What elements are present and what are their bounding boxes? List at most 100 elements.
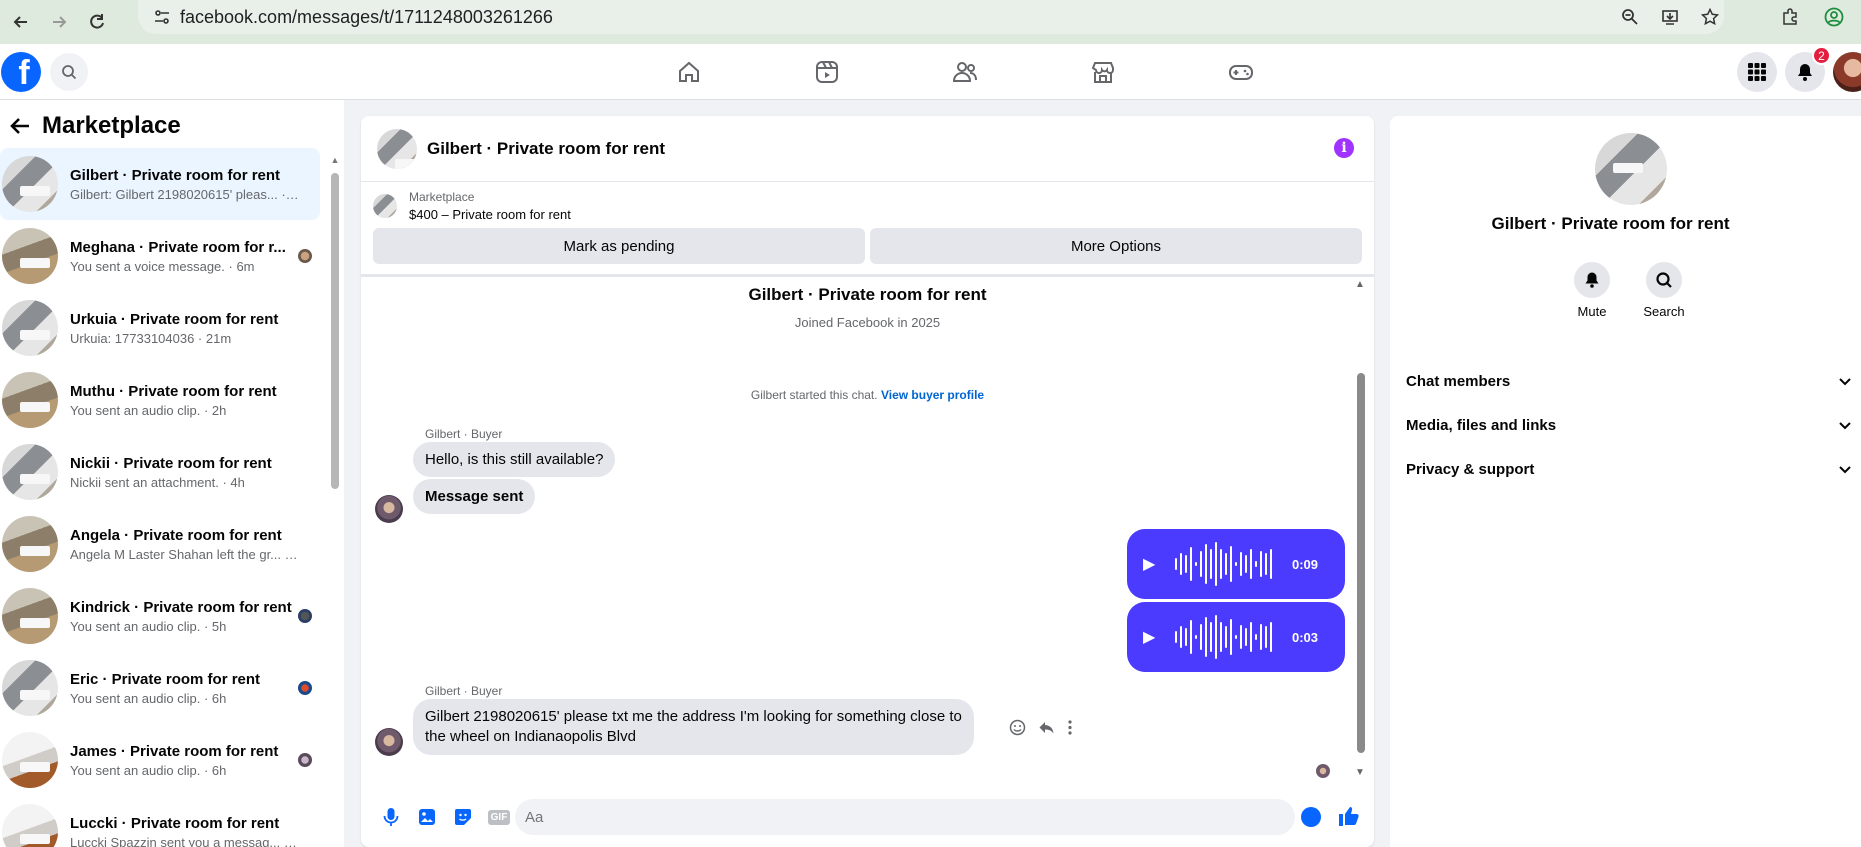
address-bar[interactable]: facebook.com/messages/t/1711248003261266 [138,0,1724,34]
message-input[interactable] [515,799,1295,835]
chat-members-section[interactable]: Chat members [1406,359,1851,403]
sender-avatar[interactable] [375,495,403,523]
reels-icon[interactable] [758,44,896,100]
conversation-item[interactable]: Kindrick · Private room for rent You sen… [0,580,320,652]
mute-bell-icon[interactable] [1574,262,1610,298]
conversation-item[interactable]: James · Private room for rent You sent a… [0,724,320,796]
details-name: Gilbert · Private room for rent [1491,214,1730,233]
voice-message[interactable]: ▶ 0:03 [1127,602,1345,672]
conversation-preview: You sent a voice message. · 6m [70,258,255,274]
listing-price-title[interactable]: $400 – Private room for rent [409,207,571,222]
listing-thumbnail[interactable] [373,194,397,218]
conversation-item[interactable]: Eric · Private room for rent You sent an… [0,652,320,724]
account-avatar[interactable] [1833,52,1861,92]
install-app-icon[interactable] [1657,4,1683,30]
section-label: Privacy & support [1406,460,1535,478]
gaming-icon[interactable] [1172,44,1310,100]
play-icon[interactable]: ▶ [1143,627,1165,647]
facebook-logo[interactable]: f [1,52,41,92]
mark-as-pending-button[interactable]: Mark as pending [373,228,865,264]
conversation-title: Luccki · Private room for rent [70,814,280,832]
message-bubble[interactable]: Message sent [413,479,536,514]
more-actions-icon[interactable] [1067,719,1073,741]
conversation-item[interactable]: Muthu · Private room for rent You sent a… [0,364,320,436]
conversation-title: Kindrick · Private room for rent [70,598,292,616]
conversation-preview: Gilbert: Gilbert 2198020615' pleas... · … [70,186,300,202]
marketplace-icon[interactable] [1034,44,1172,100]
chat-title[interactable]: Gilbert · Private room for rent [427,139,665,159]
scroll-down-arrow-icon[interactable]: ▼ [1355,767,1365,778]
listing-thumbnail [2,732,58,788]
search-icon[interactable] [1646,262,1682,298]
thread-scrollbar[interactable]: ▲ ▼ [1355,277,1366,797]
chat-started-text: Gilbert started this chat. [750,388,878,402]
sidebar-scrollbar[interactable]: ▲ [330,155,340,847]
section-label: Media, files and links [1406,416,1557,434]
more-options-button[interactable]: More Options [870,228,1362,264]
conversation-item[interactable]: Gilbert · Private room for rent Gilbert:… [0,148,320,220]
reload-icon[interactable] [80,5,114,39]
back-arrow-icon[interactable] [6,112,34,140]
scroll-up-arrow-icon[interactable]: ▲ [1355,279,1365,290]
scrollbar-thumb[interactable] [331,173,339,489]
sticker-icon[interactable] [445,808,481,826]
search-label: Search [1643,304,1685,319]
conversation-preview: Luccki Spazzin sent you a messag... · 21… [70,834,300,847]
conversation-item[interactable]: Luccki · Private room for rent Luccki Sp… [0,796,320,847]
media-files-links-section[interactable]: Media, files and links [1406,403,1851,447]
conversation-item[interactable]: Nickii · Private room for rent Nickii se… [0,436,320,508]
photo-icon[interactable] [409,808,445,826]
conversation-preview: Nickii sent an attachment. · 4h [70,474,245,490]
conversation-preview: You sent an audio clip. · 2h [70,402,227,418]
notification-count-badge: 2 [1812,46,1831,65]
home-icon[interactable] [620,44,758,100]
chat-avatar[interactable] [377,128,417,169]
thumbs-up-icon[interactable] [1337,805,1359,832]
conversation-item[interactable]: Meghana · Private room for r... You sent… [0,220,320,292]
info-icon[interactable]: i [1334,138,1354,158]
microphone-icon[interactable] [373,807,409,827]
conversation-preview: Urkuia: 17733104036 · 21m [70,330,232,346]
site-settings-icon[interactable] [144,8,180,26]
message-line: the wheel on Indianaopolis Blvd [425,728,636,745]
emoji-icon[interactable] [1301,807,1321,827]
react-emoji-icon[interactable] [1009,719,1026,741]
conversation-details-panel: Gilbert · Private room for rent Mute Sea… [1390,116,1861,847]
zoom-icon[interactable] [1617,4,1643,30]
mute-button[interactable]: Mute [1570,262,1614,319]
notifications-bell-icon[interactable]: 2 [1785,46,1831,92]
friends-icon[interactable] [896,44,1034,100]
menu-grid-icon[interactable] [1737,52,1777,92]
privacy-support-section[interactable]: Privacy & support [1406,447,1851,491]
conversation-title: Angela · Private room for rent [70,526,282,544]
reply-icon[interactable] [1038,719,1055,741]
message-bubble[interactable]: Hello, is this still available? [413,442,616,477]
back-icon[interactable] [4,5,38,39]
listing-thumbnail [2,516,58,572]
chat-panel: Gilbert · Private room for rent i Market… [361,116,1374,847]
view-buyer-profile-link[interactable]: View buyer profile [881,388,984,402]
search-icon[interactable] [50,53,88,91]
voice-duration: 0:03 [1292,629,1319,645]
listing-thumbnail [2,804,58,847]
extensions-icon[interactable] [1777,4,1803,30]
gif-icon[interactable]: GIF [481,809,517,825]
bookmark-star-icon[interactable] [1697,4,1723,30]
scroll-up-arrow-icon[interactable]: ▲ [330,155,340,165]
details-avatar[interactable] [1595,133,1667,205]
sender-avatar[interactable] [375,728,403,756]
voice-message[interactable]: ▶ 0:09 [1127,529,1345,599]
message-thread: Gilbert · Private room for rent Joined F… [361,277,1374,797]
message-composer: GIF [361,787,1374,847]
profile-icon[interactable] [1821,4,1847,30]
forward-icon[interactable] [42,5,76,39]
sender-label: Gilbert · Buyer [425,684,503,698]
url-text: facebook.com/messages/t/1711248003261266 [180,6,553,27]
message-bubble[interactable]: Gilbert 2198020615' please txt me the ad… [413,699,974,755]
search-conversation-button[interactable]: Search [1642,262,1686,319]
play-icon[interactable]: ▶ [1143,554,1165,574]
conversation-item[interactable]: Angela · Private room for rent Angela M … [0,508,320,580]
scrollbar-thumb[interactable] [1357,373,1365,753]
conversation-item[interactable]: Urkuia · Private room for rent Urkuia: 1… [0,292,320,364]
seen-avatar [298,681,312,695]
